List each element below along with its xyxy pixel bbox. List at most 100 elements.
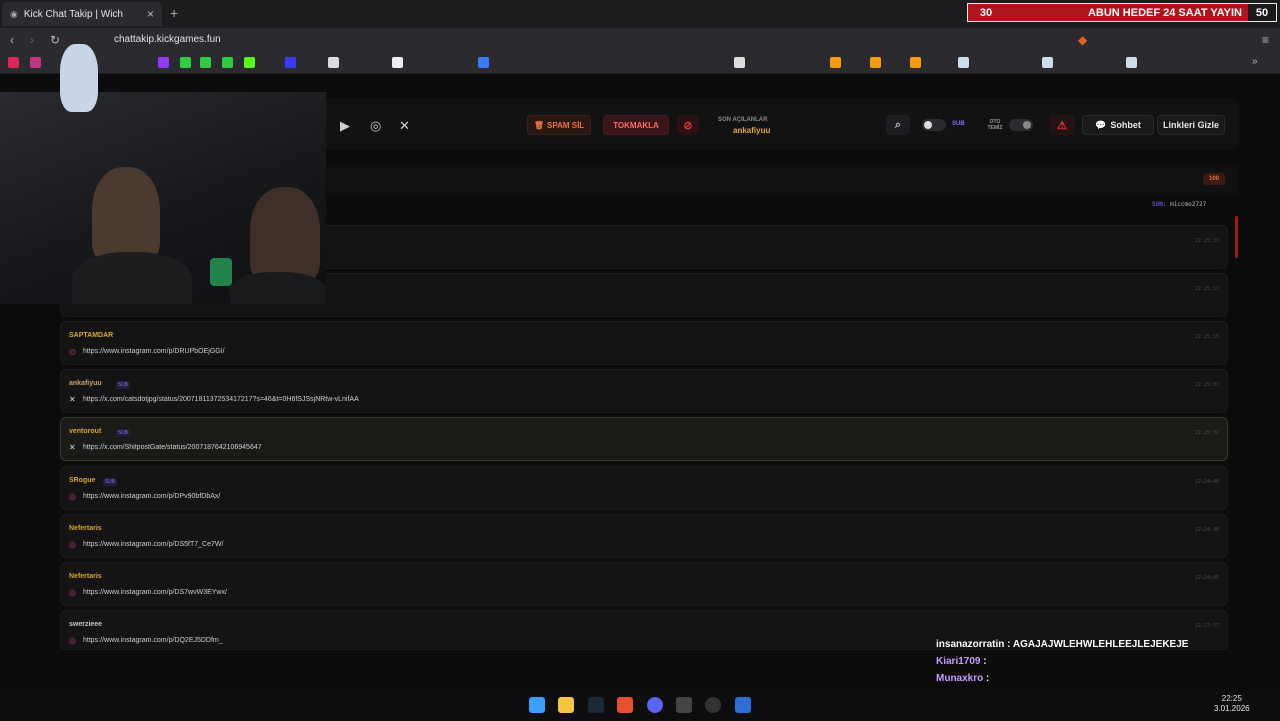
count-badge: 100 [1203,173,1225,185]
tokmakla-button[interactable]: TOKMAKLA [603,115,669,135]
message-card[interactable]: ankafiyuu SUB ✕ https://x.com/catsdotjpg/st… [60,369,1228,413]
back-icon[interactable]: ‹ [10,33,14,47]
message-username[interactable]: SRogue [69,477,95,484]
app-icon[interactable] [735,697,751,713]
message-time: 22:25:23 [1194,238,1219,244]
message-card[interactable]: SAPTAMDAR ◎ https://www.instagram.com/p/DR… [60,321,1228,365]
bookmark-icon[interactable] [244,57,255,68]
last-user-line: SON: miccmo2727 [1152,201,1206,208]
bookmark-icon[interactable] [328,57,339,68]
person-body [230,272,326,304]
menu-icon[interactable]: ≡ [1262,33,1269,47]
url-field[interactable]: chattakip.kickgames.fun [90,32,1050,48]
bookmark-icon[interactable] [1042,57,1053,68]
bookmark-icon[interactable] [392,57,403,68]
obs-icon[interactable] [705,697,721,713]
message-link[interactable]: https://www.instagram.com/p/DPv90bfDbAx/ [83,493,220,500]
more-bookmarks-icon[interactable]: » [1252,56,1258,67]
recent-opened-label: SON AÇILANLAR [718,117,768,123]
hide-links-button[interactable]: Linkleri Gizle [1157,115,1225,135]
message-username[interactable]: Nefertaris [69,525,102,532]
steam-icon[interactable] [588,697,604,713]
sub-badge: SUB [115,381,130,389]
bookmarks-bar [0,52,1280,74]
bookmark-icon[interactable] [870,57,881,68]
bookmark-icon[interactable] [30,57,41,68]
app-icon[interactable] [676,697,692,713]
ban-icon[interactable]: ⊘ [677,115,699,135]
url-text: chattakip.kickgames.fun [114,34,221,45]
bookmark-folder-icon[interactable] [734,57,745,68]
taskbar-clock[interactable]: 22:25 3.01.2026 [1214,694,1250,714]
message-username[interactable]: Nefertaris [69,573,102,580]
chat-separator: : [1004,639,1013,650]
instagram-icon: ◎ [69,636,76,645]
message-link[interactable]: https://www.instagram.com/p/DS5fT7_Ce7W/ [83,541,223,548]
message-username[interactable]: SAPTAMDAR [69,332,113,339]
sub-badge: SUB [115,429,130,437]
auto-clean-toggle[interactable] [1009,119,1033,131]
youtube-icon[interactable]: ▶ [340,118,350,134]
person-right [250,187,320,282]
bookmark-icon[interactable] [830,57,841,68]
chat-button[interactable]: 💬 Sohbet [1082,115,1154,135]
sub-badge: SUB [102,478,118,486]
chat-separator: : [980,656,987,667]
bookmark-icon[interactable] [910,57,921,68]
forward-icon[interactable]: › [30,33,34,47]
folder-icon[interactable] [558,697,574,713]
bookmark-icon[interactable] [200,57,211,68]
bookmark-icon[interactable] [180,57,191,68]
sub-label: SUB [952,121,965,127]
message-time: 22:24:05 [1194,575,1219,581]
alert-icon[interactable]: ⚠ [1049,115,1075,135]
brave-shield-icon[interactable]: ◆ [1078,33,1087,47]
recent-opened-user[interactable]: ankafiyuu [733,126,770,135]
reload-icon[interactable]: ↻ [50,33,60,47]
instagram-icon: ◎ [69,540,76,549]
bookmark-icon[interactable] [285,57,296,68]
windows-taskbar [0,690,1280,720]
message-link[interactable]: https://x.com/ShitpostGate/status/200718… [83,444,262,451]
browser-tab[interactable]: ◉ Kick Chat Takip | Wich × [2,2,162,26]
spam-label: SPAM SİL [546,120,585,130]
message-card[interactable]: SRogue SUB ◎ https://www.instagram.com/p/DP… [60,466,1228,510]
instagram-icon: ◎ [69,588,76,597]
message-username[interactable]: ankafiyuu [69,380,102,387]
last-label: SON: [1152,201,1167,208]
message-link[interactable]: https://www.instagram.com/p/DRUPbOEjGGI/ [83,348,225,355]
bookmark-icon[interactable] [478,57,489,68]
search-icon[interactable]: ⌕ [886,115,910,135]
bookmark-icon[interactable] [158,57,169,68]
message-username[interactable]: swerzieee [69,621,102,628]
message-card[interactable]: Nefertaris ◎ https://www.instagram.com/p/D… [60,562,1228,606]
bookmark-icon[interactable] [958,57,969,68]
chat-overlay-line: Kiari1709 : [936,653,1216,670]
chat-overlay-text: AGAJAJWLEHWLEHLEEJLEJEKEJE [1012,639,1189,650]
tab-title: Kick Chat Takip | Wich [23,8,123,20]
spam-delete-button[interactable]: 🗑 SPAM SİL [527,115,591,135]
new-tab-icon[interactable]: + [170,5,178,21]
instagram-icon: ◎ [69,492,76,501]
bookmark-icon[interactable] [222,57,233,68]
bookmark-icon[interactable] [8,57,19,68]
bookmark-icon[interactable] [1126,57,1137,68]
message-link[interactable]: https://x.com/catsdotjpg/status/20071811… [83,396,359,403]
sub-toggle[interactable] [922,119,946,131]
start-icon[interactable] [529,697,545,713]
discord-icon[interactable] [647,697,663,713]
message-card[interactable]: ventorout SUB ✕ https://x.com/ShitpostGate/… [60,417,1228,461]
scrollbar-thumb[interactable] [1235,216,1238,258]
close-tab-icon[interactable]: × [147,7,154,21]
message-card[interactable]: Nefertaris ◎ https://www.instagram.com/p/D… [60,514,1228,558]
brave-icon[interactable] [617,697,633,713]
goal-text: ABUN HEDEF 24 SAAT YAYIN [1087,6,1242,19]
message-username[interactable]: ventorout [69,428,101,435]
message-link[interactable]: https://www.instagram.com/p/DQ2EJ5DDfm_ [83,637,223,644]
x-icon[interactable]: ✕ [399,118,410,134]
rgb-light [210,258,232,286]
clock-date: 3.01.2026 [1214,704,1250,713]
instagram-icon[interactable]: ◎ [370,118,381,134]
message-link[interactable]: https://www.instagram.com/p/DS7wvW3EYwx/ [83,589,227,596]
chat-overlay-user: Munaxkro [936,673,984,684]
